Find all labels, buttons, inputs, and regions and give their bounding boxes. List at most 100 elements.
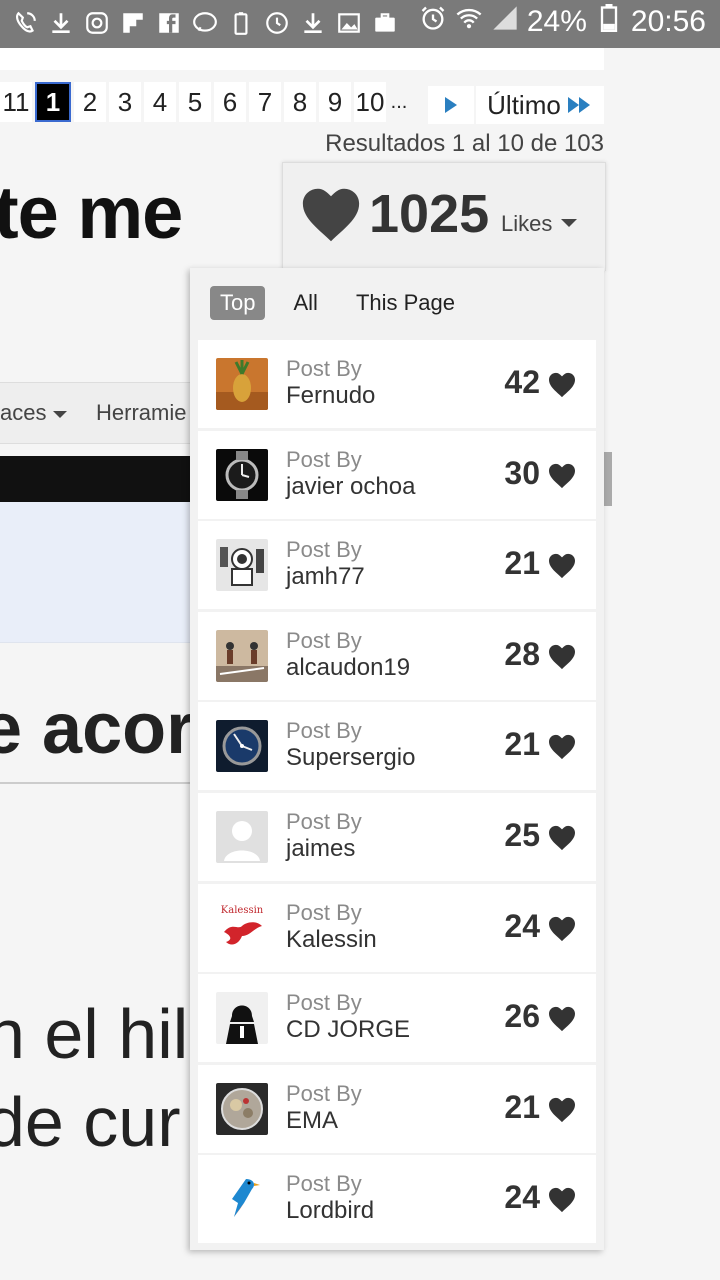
pagination: 11 1 2 3 4 5 6 7 8 9 10... [0, 80, 412, 124]
phone-wifi-icon [10, 8, 40, 38]
avatar[interactable] [216, 448, 268, 501]
signal-icon [491, 4, 519, 40]
last-page-label: Último [487, 89, 561, 120]
username-link[interactable]: Fernudo [286, 382, 375, 410]
likes-dropdown-panel: Top All This Page Post By Fernudo 42 Post By j… [190, 268, 604, 1250]
like-count: 24 [504, 907, 540, 944]
tab-top[interactable]: Top [210, 286, 266, 320]
liker-row[interactable]: Post By alcaudon19 28 [198, 611, 596, 700]
page-link-9[interactable]: 9 [319, 82, 351, 122]
scrollbar-thumb[interactable] [604, 452, 612, 506]
post-by-label: Post By [286, 627, 362, 653]
page-link-11[interactable]: 11 [0, 82, 32, 122]
download-icon [46, 8, 76, 38]
liker-row[interactable]: Post By Supersergio 21 [198, 702, 596, 791]
next-page-button[interactable] [428, 86, 474, 124]
page-right-margin [604, 48, 720, 1280]
heart-icon [549, 916, 575, 941]
page-link-10[interactable]: 10 [354, 82, 386, 122]
avatar[interactable] [216, 1173, 268, 1226]
last-page-button[interactable]: Último [476, 86, 604, 124]
page-link-1[interactable]: 1 [35, 82, 71, 122]
avatar[interactable]: Kalessin [216, 901, 268, 954]
heart-icon [549, 644, 575, 669]
liker-row[interactable]: Post By Lordbird 24 [198, 1155, 596, 1244]
tab-this-page[interactable]: This Page [346, 286, 465, 320]
username-link[interactable]: jamh77 [286, 563, 365, 591]
username-link[interactable]: CD JORGE [286, 1016, 410, 1044]
page-link-4[interactable]: 4 [144, 82, 176, 122]
heart-icon [549, 463, 575, 488]
post-heading-fragment: e acor [0, 689, 195, 769]
liker-row[interactable]: Post By jaimes 25 [198, 792, 596, 881]
username-link[interactable]: Kalessin [286, 926, 377, 954]
liker-row[interactable]: Kalessin Post By Kalessin 24 [198, 883, 596, 972]
status-bar: 24% 20:56 [0, 0, 720, 48]
username-link[interactable]: EMA [286, 1107, 338, 1135]
post-by-label: Post By [286, 537, 362, 563]
username-link[interactable]: jaimes [286, 835, 355, 863]
heart-icon [549, 554, 575, 579]
post-header-bar [0, 456, 190, 502]
page-top-strip [0, 48, 604, 70]
page-link-6[interactable]: 6 [214, 82, 246, 122]
likes-tabs: Top All This Page [210, 286, 465, 320]
likes-label: Likes [501, 211, 553, 236]
instagram-icon [82, 8, 112, 38]
page-link-8[interactable]: 8 [284, 82, 316, 122]
tab-all[interactable]: All [283, 286, 327, 320]
post-by-label: Post By [286, 1171, 362, 1197]
post-by-label: Post By [286, 1080, 362, 1106]
liker-row[interactable]: Post By EMA 21 [198, 1064, 596, 1153]
username-link[interactable]: Supersergio [286, 744, 415, 772]
nav-item-enlaces[interactable]: aces [0, 400, 67, 426]
page-link-5[interactable]: 5 [179, 82, 211, 122]
heart-icon [549, 1188, 575, 1213]
like-count: 25 [504, 816, 540, 853]
post-by-label: Post By [286, 718, 362, 744]
liker-row[interactable]: Post By javier ochoa 30 [198, 430, 596, 519]
status-bar-notification-icons [10, 8, 400, 38]
caret-down-icon [52, 410, 67, 418]
avatar[interactable] [216, 720, 268, 773]
post-by-label: Post By [286, 356, 362, 381]
page-link-2[interactable]: 2 [74, 82, 106, 122]
flipboard-icon [118, 8, 148, 38]
username-link[interactable]: Lordbird [286, 1197, 374, 1225]
page-link-3[interactable]: 3 [109, 82, 141, 122]
results-count: Resultados 1 al 10 de 103 [325, 130, 604, 157]
post-body-line: n el hil [0, 995, 189, 1073]
post-by-label: Post By [286, 446, 362, 472]
avatar[interactable] [216, 629, 268, 682]
heart-icon [549, 1097, 575, 1122]
likes-count: 1025 [369, 184, 490, 244]
username-link[interactable]: alcaudon19 [286, 654, 410, 682]
liker-row[interactable]: Post By CD JORGE 26 [198, 974, 596, 1063]
like-count: 24 [504, 1179, 540, 1216]
avatar[interactable] [216, 810, 268, 863]
avatar[interactable] [216, 992, 268, 1045]
pagination-ellipsis: ... [390, 90, 408, 113]
page-link-7[interactable]: 7 [249, 82, 281, 122]
download-icon [298, 8, 328, 38]
post-body-fragment: n el hil de cur [0, 990, 188, 1166]
heart-icon [549, 825, 575, 851]
post-info-panel [0, 502, 190, 643]
avatar[interactable] [216, 358, 268, 410]
alarm-icon [419, 4, 447, 40]
likes-button[interactable]: 1025 Likes [282, 162, 606, 271]
liker-row[interactable]: Post By Fernudo 42 [198, 340, 596, 428]
nav-item-label: aces [0, 400, 47, 425]
avatar[interactable] [216, 1082, 268, 1135]
like-count: 21 [504, 726, 540, 763]
caret-down-icon [561, 219, 577, 227]
facebook-icon [154, 8, 184, 38]
username-link[interactable]: javier ochoa [286, 473, 415, 501]
nav-item-herramientas[interactable]: Herramie [96, 400, 186, 426]
post-by-label: Post By [286, 808, 362, 834]
like-count: 28 [504, 635, 540, 672]
avatar[interactable] [216, 539, 268, 592]
like-count: 42 [504, 364, 540, 400]
divider [0, 782, 190, 784]
liker-row[interactable]: Post By jamh77 21 [198, 521, 596, 610]
